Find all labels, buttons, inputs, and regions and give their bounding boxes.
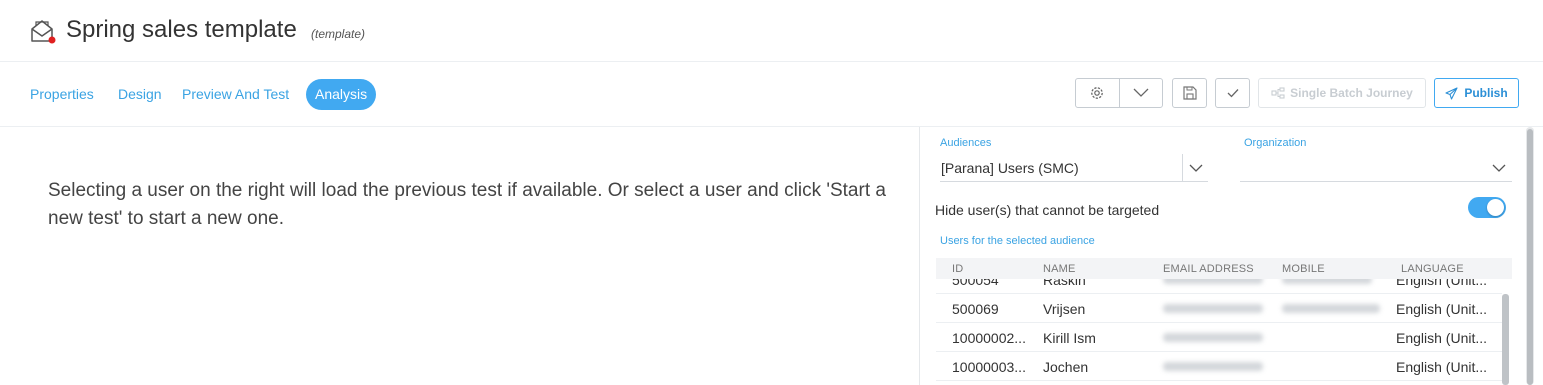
- tab-preview-and-test[interactable]: Preview And Test: [182, 79, 289, 110]
- single-batch-journey-label: Single Batch Journey: [1290, 86, 1413, 100]
- settings-dropdown-button[interactable]: [1118, 79, 1162, 107]
- cell-name: Jochen: [1043, 359, 1089, 375]
- publish-label: Publish: [1464, 86, 1508, 100]
- toggle-knob: [1487, 199, 1504, 216]
- organization-label: Organization: [1244, 137, 1307, 149]
- table-row[interactable]: 500069 Vrijsen English (Unit...: [936, 294, 1502, 323]
- chevron-down-icon: [1133, 88, 1149, 97]
- journey-icon: [1271, 87, 1285, 99]
- cell-email-redacted: [1163, 362, 1263, 371]
- cell-id: 500069: [952, 301, 999, 317]
- panel-scrollbar[interactable]: [1526, 127, 1534, 385]
- paper-plane-icon: [1445, 86, 1458, 100]
- table-row[interactable]: 10000002... Kirill Ism English (Unit...: [936, 323, 1502, 352]
- chevron-down-icon: [1486, 154, 1512, 182]
- tab-analysis[interactable]: Analysis: [306, 79, 377, 110]
- settings-button[interactable]: [1076, 79, 1119, 107]
- cell-email-redacted: [1163, 304, 1263, 313]
- envelope-open-icon: [31, 20, 56, 44]
- cell-language: English (Unit...: [1396, 330, 1488, 346]
- tab-design[interactable]: Design: [118, 79, 162, 110]
- cell-email-redacted: [1163, 333, 1263, 342]
- column-header-mobile[interactable]: MOBILE: [1282, 263, 1325, 275]
- hide-users-toggle[interactable]: [1468, 197, 1506, 218]
- page-header: Spring sales template (template): [0, 0, 1543, 62]
- save-button[interactable]: [1172, 78, 1207, 108]
- column-header-name[interactable]: NAME: [1043, 263, 1076, 275]
- analysis-instructions: Selecting a user on the right will load …: [48, 180, 886, 229]
- table-row[interactable]: 10000003... Jochen English (Unit...: [936, 352, 1502, 381]
- cell-language: English (Unit...: [1396, 359, 1488, 375]
- audiences-label: Audiences: [940, 137, 992, 149]
- users-caption: Users for the selected audience: [940, 235, 1095, 247]
- cell-name: Vrijsen: [1043, 301, 1086, 317]
- gear-icon: [1091, 87, 1104, 99]
- column-header-id[interactable]: ID: [952, 263, 963, 275]
- settings-split-button: [1075, 78, 1163, 108]
- user-selection-panel: Audiences [Parana] Users (SMC) Organizat…: [919, 127, 1543, 385]
- organization-select[interactable]: [1240, 154, 1512, 182]
- table-header: ID NAME EMAIL ADDRESS MOBILE LANGUAGE: [936, 258, 1512, 279]
- column-header-language[interactable]: LANGUAGE: [1401, 263, 1464, 275]
- cell-mobile-redacted: [1282, 304, 1380, 313]
- checkmark-icon: [1227, 89, 1238, 98]
- page-subtitle: (template): [311, 27, 366, 41]
- table-body: 500054 Raskin English (Unit... 500069 Vr…: [936, 265, 1502, 381]
- validate-button[interactable]: [1215, 78, 1250, 108]
- publish-button[interactable]: Publish: [1434, 78, 1519, 108]
- single-batch-journey-button[interactable]: Single Batch Journey: [1258, 78, 1426, 108]
- column-header-email[interactable]: EMAIL ADDRESS: [1163, 263, 1254, 275]
- panel-scrollbar-thumb[interactable]: [1527, 129, 1533, 385]
- cell-name: Kirill Ism: [1043, 330, 1096, 346]
- audiences-value: [Parana] Users (SMC): [941, 160, 1079, 176]
- tab-properties[interactable]: Properties: [30, 79, 94, 110]
- audiences-select[interactable]: [Parana] Users (SMC): [940, 154, 1208, 182]
- hide-users-label: Hide user(s) that cannot be targeted: [935, 202, 1160, 218]
- table-scrollbar[interactable]: [1502, 294, 1509, 385]
- cell-id: 10000002...: [952, 330, 1026, 346]
- tabs-toolbar: Properties Design Preview And Test Analy…: [0, 62, 1543, 127]
- floppy-disk-icon: [1182, 86, 1197, 100]
- cell-language: English (Unit...: [1396, 301, 1488, 317]
- page-title: Spring sales template: [66, 16, 297, 43]
- chevron-down-icon: [1182, 154, 1208, 182]
- cell-id: 10000003...: [952, 359, 1026, 375]
- users-table: ID NAME EMAIL ADDRESS MOBILE LANGUAGE 50…: [936, 258, 1512, 385]
